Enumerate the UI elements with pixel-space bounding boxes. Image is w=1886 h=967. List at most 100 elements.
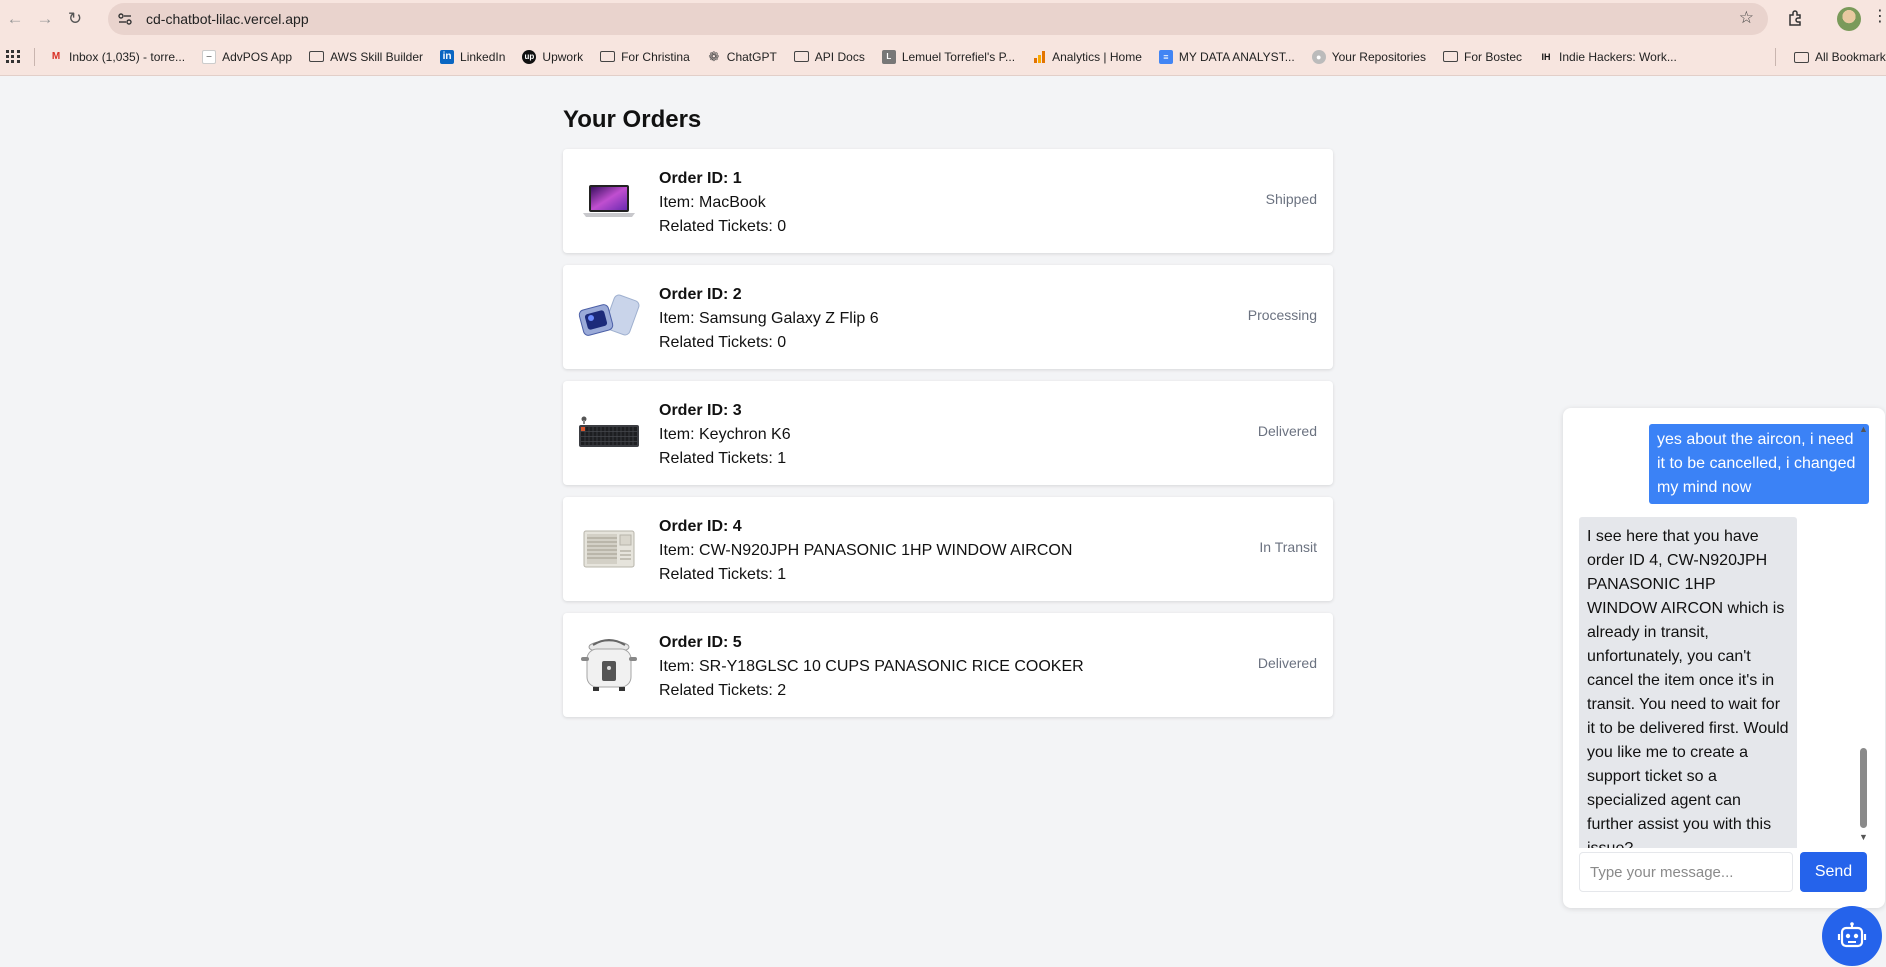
order-info: Order ID: 2 Item: Samsung Galaxy Z Flip … [659,283,879,355]
order-status: Delivered [1257,423,1317,439]
bookmark-upwork[interactable]: up Upwork [522,49,583,64]
extensions-icon[interactable] [1785,7,1807,29]
bookmark-inbox[interactable]: M Inbox (1,035) - torre... [49,50,185,64]
order-status: Processing [1247,307,1317,323]
bookmarks-separator [34,47,35,66]
chatgpt-icon: ❁ [708,48,720,64]
bookmark-for-christina[interactable]: For Christina [600,50,690,64]
bookmark-for-bostec[interactable]: For Bostec [1442,49,1523,64]
order-tickets: Related Tickets: 2 [659,682,787,699]
page-title: Your Orders [563,106,702,133]
order-id: Order ID: 4 [659,518,742,535]
order-tickets: Related Tickets: 1 [659,566,787,583]
order-card[interactable]: Order ID: 1 Item: MacBook Related Ticket… [563,149,1333,253]
order-item: Item: CW-N920JPH PANASONIC 1HP WINDOW AI… [659,542,1073,559]
order-id: Order ID: 1 [659,170,742,187]
rice-cooker-image [577,635,641,695]
site-info-icon[interactable] [112,6,138,32]
order-id: Order ID: 2 [659,286,742,303]
reload-icon[interactable]: ↻ [60,4,90,34]
order-info: Order ID: 3 Item: Keychron K6 Related Ti… [659,399,791,471]
bookmark-linkedin[interactable]: in LinkedIn [440,49,506,64]
bookmark-label: LinkedIn [460,49,506,64]
order-info: Order ID: 5 Item: SR-Y18GLSC 10 CUPS PAN… [659,631,1084,703]
bookmark-label: AWS Skill Builder [330,49,424,64]
bookmark-label: For Bostec [1463,49,1523,64]
bookmark-chatgpt[interactable]: ❁ ChatGPT [707,48,777,64]
bookmark-label: Indie Hackers: Work... [1559,49,1677,64]
order-tickets: Related Tickets: 1 [659,450,787,467]
profile-avatar[interactable] [1837,7,1861,31]
url-text: cd-chatbot-lilac.vercel.app [146,11,309,27]
docs-icon: ≡ [1158,49,1173,64]
bookmark-label: ChatGPT [726,49,777,64]
order-id: Order ID: 3 [659,402,742,419]
all-bookmarks[interactable]: All Bookmarks [1775,38,1886,75]
linkedin-icon: in [440,49,455,64]
bookmark-label: Your Repositories [1331,49,1426,64]
aircon-image [577,519,641,579]
scroll-thumb[interactable] [1860,748,1867,828]
bookmark-lemuel[interactable]: L Lemuel Torrefiel's P... [881,49,1016,64]
order-status: Delivered [1257,655,1317,671]
order-info: Order ID: 4 Item: CW-N920JPH PANASONIC 1… [659,515,1072,587]
bookmark-star-icon[interactable]: ☆ [1739,8,1754,28]
order-card[interactable]: Order ID: 4 Item: CW-N920JPH PANASONIC 1… [563,497,1333,601]
bookmark-data-analyst[interactable]: ≡ MY DATA ANALYST... [1158,49,1295,64]
orders-list: Order ID: 1 Item: MacBook Related Ticket… [563,149,1333,729]
bookmark-api-docs[interactable]: API Docs [793,49,865,64]
address-bar[interactable]: cd-chatbot-lilac.vercel.app ☆ [108,3,1768,35]
order-item: Item: SR-Y18GLSC 10 CUPS PANASONIC RICE … [659,658,1084,675]
analytics-icon [1032,50,1046,64]
chat-panel: yes about the aircon, i need it to be ca… [1563,408,1885,908]
chat-scrollbar[interactable]: ▲ ▼ [1857,424,1869,842]
chatbot-toggle-button[interactable] [1822,906,1882,966]
order-status: In Transit [1259,539,1317,555]
apps-grid-icon[interactable] [6,49,20,64]
order-card[interactable]: Order ID: 3 Item: Keychron K6 Related Ti… [563,381,1333,485]
bookmark-analytics[interactable]: Analytics | Home [1032,50,1142,64]
bookmark-label: API Docs [814,49,865,64]
bookmark-label: MY DATA ANALYST... [1178,49,1295,64]
bookmarks-separator [1775,48,1776,66]
forward-icon[interactable]: → [30,4,60,34]
order-id: Order ID: 5 [659,634,742,651]
macbook-image [577,171,641,231]
bookmark-your-repositories[interactable]: ● Your Repositories [1311,49,1426,64]
folder-icon [1442,51,1458,62]
order-info: Order ID: 1 Item: MacBook Related Ticket… [659,167,786,239]
chat-messages[interactable]: yes about the aircon, i need it to be ca… [1563,408,1869,848]
gmail-icon: M [51,51,61,62]
bot-message: I see here that you have order ID 4, CW-… [1579,517,1797,848]
indiehackers-icon: IH [1541,51,1551,62]
order-item: Item: Samsung Galaxy Z Flip 6 [659,310,879,327]
page-icon: – [202,49,217,64]
upwork-icon: up [522,49,537,64]
bookmark-label: Inbox (1,035) - torre... [69,49,186,64]
order-tickets: Related Tickets: 0 [659,334,787,351]
bookmark-indie-hackers[interactable]: IH Indie Hackers: Work... [1539,50,1677,64]
chat-message-input[interactable] [1579,852,1793,892]
back-icon[interactable]: ← [0,4,30,34]
bookmark-label: AdvPOS App [222,49,293,64]
send-button[interactable]: Send [1800,852,1867,892]
folder-icon [600,51,616,62]
order-card[interactable]: Order ID: 2 Item: Samsung Galaxy Z Flip … [563,265,1333,369]
folder-icon [1794,51,1809,63]
robot-icon [1837,922,1867,948]
folder-icon [309,51,325,62]
browser-menu-icon[interactable]: ⋮ [1872,6,1886,26]
order-card[interactable]: Order ID: 5 Item: SR-Y18GLSC 10 CUPS PAN… [563,613,1333,717]
scroll-up-icon[interactable]: ▲ [1859,424,1868,434]
order-tickets: Related Tickets: 0 [659,218,787,235]
github-icon: ● [1311,49,1326,64]
bookmark-label: Lemuel Torrefiel's P... [901,49,1016,64]
page-icon: L [881,49,896,64]
user-message: yes about the aircon, i need it to be ca… [1649,424,1869,504]
scroll-down-icon[interactable]: ▼ [1859,832,1868,842]
order-status: Shipped [1265,191,1317,207]
bookmark-advpos[interactable]: – AdvPOS App [202,49,293,64]
bookmark-aws-skill-builder[interactable]: AWS Skill Builder [309,50,423,64]
all-bookmarks-label: All Bookmarks [1815,50,1886,64]
bookmarks-bar: M Inbox (1,035) - torre... – AdvPOS App AW… [0,38,1886,76]
